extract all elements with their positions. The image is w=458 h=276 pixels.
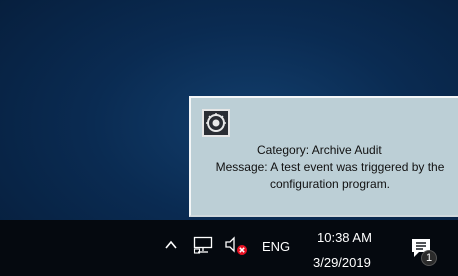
volume-muted-icon[interactable] <box>224 235 248 257</box>
clock-time[interactable]: 10:38 AM <box>317 230 372 245</box>
badge-count: 1 <box>425 252 433 264</box>
notification-category: Category: Archive Audit <box>257 143 382 157</box>
notification-message: Message: A test event was triggered by t… <box>215 160 445 191</box>
action-center-button[interactable]: 1 <box>410 237 438 267</box>
network-icon[interactable] <box>193 236 213 254</box>
language-indicator[interactable]: ENG <box>262 239 290 254</box>
notification-count-badge: 1 <box>421 250 437 266</box>
taskbar: ENG 10:38 AM 3/29/2019 1 <box>0 220 458 276</box>
notification-balloon[interactable]: Category: Archive Audit Message: A test … <box>189 96 458 217</box>
clock-date[interactable]: 3/29/2019 <box>313 255 371 270</box>
chevron-up-icon[interactable] <box>164 239 178 251</box>
alarm-bell-icon <box>202 109 230 137</box>
